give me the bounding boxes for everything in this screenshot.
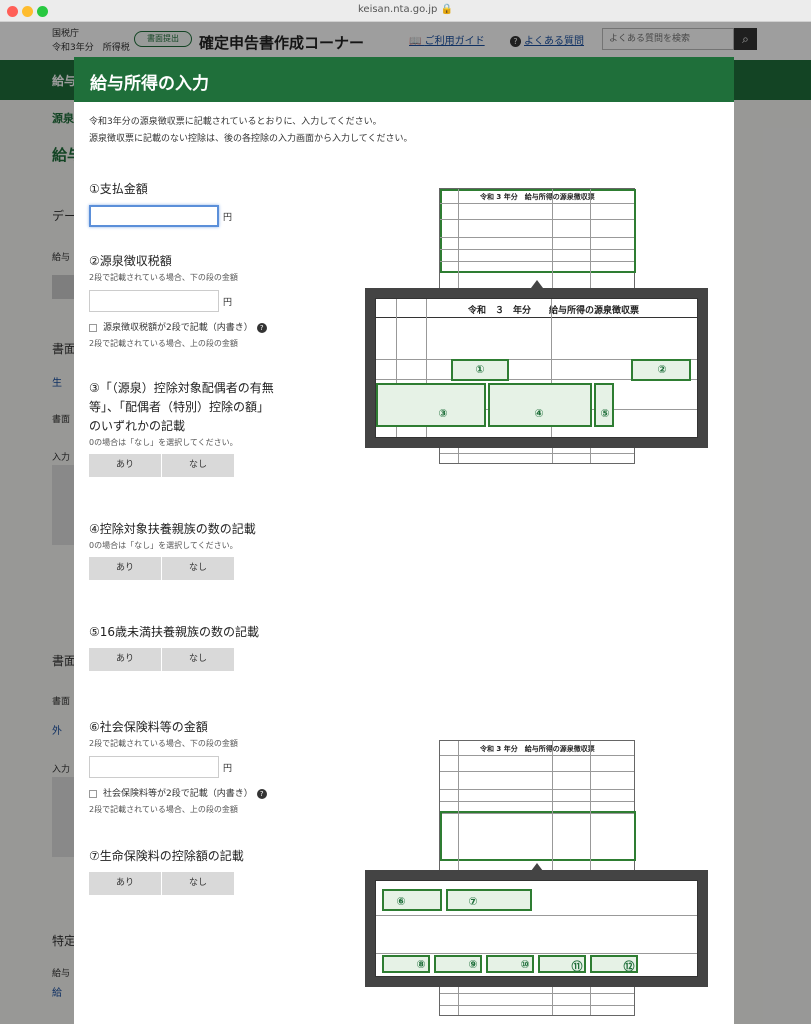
withholding-two-tier-label: 源泉徴収税額が2段で記載（内書き）: [103, 323, 253, 333]
under16-dependents-section: ⑤16歳未満扶養親族の数の記載 あり なし: [89, 623, 259, 671]
spouse-deduction-choice: あり なし: [89, 454, 274, 477]
withholding-tax-input[interactable]: [89, 290, 219, 312]
help-icon[interactable]: ?: [256, 323, 267, 333]
payment-amount-section: ①支払金額 円: [89, 180, 232, 227]
slip-zoom-top: 令和 ３ 年分 給与所得の源泉徴収票 ① ② ③ ④ ⑤: [365, 288, 708, 448]
payment-amount-label: ①支払金額: [89, 182, 148, 196]
withholding-two-tier-checkbox[interactable]: 源泉徴収税額が2段で記載（内書き）?: [89, 320, 267, 333]
circled-8: ⑧: [416, 958, 426, 971]
field-5-highlight: ⑤: [594, 383, 614, 427]
zoom-slip-title: 令和 ３ 年分 給与所得の源泉徴収票: [468, 306, 640, 316]
social-insurance-section: ⑥社会保険料等の金額 2段で記載されている場合、下の段の金額 円 社会保険料等が…: [89, 718, 267, 815]
field-8-highlight: ⑧: [382, 955, 430, 973]
yen-unit: 円: [223, 212, 233, 223]
field-1-highlight: ①: [451, 359, 509, 381]
circled-9: ⑨: [468, 958, 478, 971]
dialog-title: 給与所得の入力: [74, 57, 734, 102]
field-12-highlight: ⑫: [590, 955, 638, 973]
circled-4: ④: [534, 407, 544, 420]
social-insurance-note: 2段で記載されている場合、下の段の金額: [89, 739, 238, 748]
dialog-instructions: 令和3年分の源泉徴収票に記載されているとおりに、入力してください。 源泉徴収票に…: [89, 114, 412, 148]
circled-6: ⑥: [396, 895, 406, 908]
field-6-highlight: ⑥: [382, 889, 442, 911]
salary-income-dialog: 給与所得の入力 令和3年分の源泉徴収票に記載されているとおりに、入力してください…: [74, 57, 734, 1024]
spouse-deduction-note: 0の場合は「なし」を選択してください。: [89, 438, 238, 447]
circled-3: ③: [438, 407, 448, 420]
withholding-tax-note-upper: 2段で記載されている場合、上の段の金額: [89, 339, 238, 348]
yes-button[interactable]: あり: [89, 557, 162, 580]
slip-zoom-bottom: ⑥ ⑦ ⑧ ⑨ ⑩ ⑪ ⑫: [365, 870, 708, 987]
yen-unit: 円: [223, 763, 233, 774]
spouse-deduction-label-line2: 等」、「配偶者（特別）控除の額」: [89, 400, 270, 414]
payment-amount-input[interactable]: [89, 205, 219, 227]
no-button[interactable]: なし: [162, 557, 235, 580]
address-bar[interactable]: keisan.nta.go.jp 🔒: [0, 4, 811, 15]
pointer-arrow: [531, 280, 543, 288]
under16-dependents-choice: あり なし: [89, 648, 259, 671]
social-insurance-label: ⑥社会保険料等の金額: [89, 720, 208, 734]
under16-dependents-label: ⑤16歳未満扶養親族の数の記載: [89, 625, 260, 639]
field-9-highlight: ⑨: [434, 955, 482, 973]
social-insurance-input[interactable]: [89, 756, 219, 778]
spouse-deduction-label-line3: のいずれかの記載: [89, 419, 186, 433]
checkbox-icon: [89, 789, 97, 798]
no-button[interactable]: なし: [162, 454, 235, 477]
social-insurance-note-upper: 2段で記載されている場合、上の段の金額: [89, 805, 238, 814]
spouse-deduction-label-line1: ③「（源泉）控除対象配偶者の有無: [89, 381, 274, 395]
instruction-line: 源泉徴収票に記載のない控除は、後の各控除の入力画面から入力してください。: [89, 134, 413, 144]
spouse-deduction-section: ③「（源泉）控除対象配偶者の有無 等」、「配偶者（特別）控除の額」 のいずれかの…: [89, 379, 274, 477]
circled-5: ⑤: [600, 407, 610, 420]
circled-1: ①: [475, 363, 485, 376]
yes-button[interactable]: あり: [89, 872, 162, 895]
checkbox-icon: [89, 323, 97, 332]
life-insurance-label: ⑦生命保険料の控除額の記載: [89, 849, 244, 863]
field-2-highlight: ②: [631, 359, 691, 381]
dependents-label: ④控除対象扶養親族の数の記載: [89, 522, 256, 536]
instruction-line: 令和3年分の源泉徴収票に記載されているとおりに、入力してください。: [89, 117, 382, 127]
social-insurance-two-tier-label: 社会保険料等が2段で記載（内書き）: [103, 789, 253, 799]
no-button[interactable]: なし: [162, 872, 235, 895]
field-11-highlight: ⑪: [538, 955, 586, 973]
dependents-note: 0の場合は「なし」を選択してください。: [89, 541, 238, 550]
yes-button[interactable]: あり: [89, 454, 162, 477]
dependents-choice: あり なし: [89, 557, 256, 580]
yes-button[interactable]: あり: [89, 648, 162, 671]
field-4-highlight: ④: [488, 383, 592, 427]
browser-chrome: keisan.nta.go.jp 🔒: [0, 0, 811, 22]
withholding-tax-label: ②源泉徴収税額: [89, 254, 172, 268]
circled-7: ⑦: [468, 895, 478, 908]
life-insurance-section: ⑦生命保険料の控除額の記載 あり なし: [89, 847, 244, 895]
withholding-tax-section: ②源泉徴収税額 2段で記載されている場合、下の段の金額 円 源泉徴収税額が2段で…: [89, 252, 267, 349]
field-10-highlight: ⑩: [486, 955, 534, 973]
circled-12: ⑫: [623, 960, 635, 973]
dependents-section: ④控除対象扶養親族の数の記載 0の場合は「なし」を選択してください。 あり なし: [89, 520, 256, 580]
help-icon[interactable]: ?: [256, 789, 267, 799]
life-insurance-choice: あり なし: [89, 872, 244, 895]
slip-title: 令和 3 年分 給与所得の源泉徴収票: [480, 745, 595, 753]
circled-11: ⑪: [571, 960, 583, 973]
highlight-frame: [440, 811, 636, 861]
field-7-highlight: ⑦: [446, 889, 532, 911]
field-3-highlight: ③: [376, 383, 486, 427]
withholding-tax-note: 2段で記載されている場合、下の段の金額: [89, 273, 238, 282]
social-insurance-two-tier-checkbox[interactable]: 社会保険料等が2段で記載（内書き）?: [89, 786, 267, 799]
no-button[interactable]: なし: [162, 648, 235, 671]
yen-unit: 円: [223, 297, 233, 308]
circled-2: ②: [657, 363, 667, 376]
circled-10: ⑩: [520, 958, 530, 971]
